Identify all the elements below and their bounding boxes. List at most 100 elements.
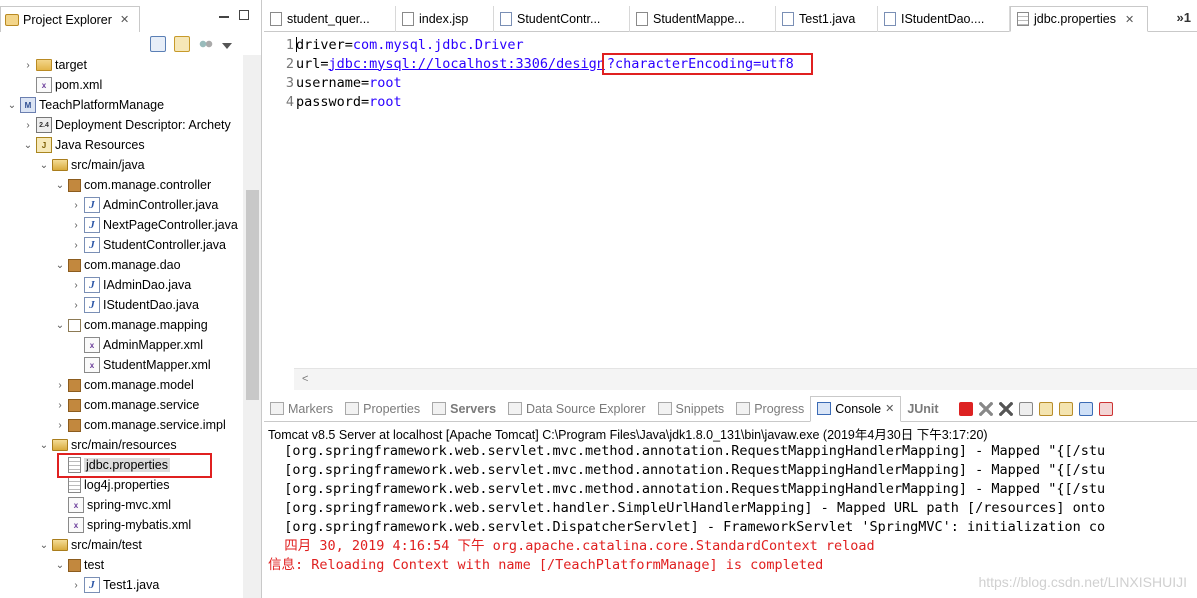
tree-item[interactable]: › J AdminController.java — [0, 195, 243, 215]
view-tab-console[interactable]: Console ✕ — [810, 395, 902, 422]
console-toolbar — [958, 401, 1113, 416]
chevron-right-icon[interactable]: › — [54, 380, 66, 391]
tree-item[interactable]: › J StudentController.java — [0, 235, 243, 255]
tree-item[interactable]: › J Test1.java — [0, 575, 243, 595]
tree-item[interactable]: › com.manage.service.impl — [0, 415, 243, 435]
tree-scrollbar-thumb[interactable] — [246, 190, 259, 400]
code-line[interactable]: 4 password= root — [264, 92, 402, 111]
terminate-icon[interactable] — [958, 401, 973, 416]
chevron-down-icon[interactable]: ⌄ — [54, 260, 66, 271]
editor-tab[interactable]: Test1.java — [776, 6, 878, 32]
editor-tab[interactable]: IStudentDao.... — [878, 6, 1010, 32]
tree-item[interactable]: › com.manage.service — [0, 395, 243, 415]
view-tab-junit[interactable]: JUnit — [901, 396, 944, 422]
tree-item[interactable]: x StudentMapper.xml — [0, 355, 243, 375]
tree-item[interactable]: ⌄ com.manage.controller — [0, 175, 243, 195]
data-source-explorer-icon — [508, 402, 523, 415]
scroll-left-arrow-icon[interactable]: < — [302, 373, 308, 385]
chevron-right-icon[interactable]: › — [70, 280, 82, 291]
line-number: 4 — [285, 93, 294, 110]
tree-item[interactable]: › J NextPageController.java — [0, 215, 243, 235]
code-editor[interactable]: 1 driver= com.mysql.jdbc.Driver 2 url= jdbc:m… — [264, 33, 1197, 368]
chevron-right-icon[interactable]: › — [70, 240, 82, 251]
word-wrap-icon[interactable] — [1058, 401, 1073, 416]
file-icon — [636, 12, 648, 26]
chevron-down-icon[interactable]: ⌄ — [6, 100, 18, 111]
chevron-right-icon[interactable]: › — [70, 300, 82, 311]
clear-console-icon[interactable] — [1018, 401, 1033, 416]
link-with-editor-icon[interactable] — [174, 36, 190, 52]
chevron-down-icon[interactable]: ⌄ — [38, 160, 50, 171]
focus-on-active-task-icon[interactable] — [198, 38, 214, 50]
view-tab-data-source-explorer[interactable]: Data Source Explorer — [502, 396, 652, 422]
tree-item[interactable]: x spring-mvc.xml — [0, 495, 243, 515]
close-icon[interactable]: ✕ — [120, 13, 129, 26]
view-tab-servers[interactable]: Servers — [426, 396, 502, 422]
editor-tab[interactable]: student_quer... — [264, 6, 396, 32]
view-tab-markers[interactable]: Markers — [264, 396, 339, 422]
tree-item-label: com.manage.service — [84, 398, 200, 412]
chevron-down-icon[interactable]: ⌄ — [38, 440, 50, 451]
close-icon[interactable]: ✕ — [1125, 13, 1134, 26]
editor-tab[interactable]: StudentContr... — [494, 6, 630, 32]
tree-item[interactable]: ⌄ M TeachPlatformManage — [0, 95, 243, 115]
chevron-right-icon[interactable]: › — [54, 420, 66, 431]
view-tab-snippets[interactable]: Snippets — [652, 396, 731, 422]
view-tab-progress[interactable]: Progress — [730, 396, 810, 422]
close-icon[interactable]: ✕ — [885, 402, 894, 415]
tree-item[interactable]: › J IStudentDao.java — [0, 295, 243, 315]
tree-scrollbar[interactable] — [243, 55, 261, 598]
tree-item[interactable]: › com.manage.model — [0, 375, 243, 395]
editor-tab[interactable]: index.jsp — [396, 6, 494, 32]
view-tab-properties[interactable]: Properties — [339, 396, 426, 422]
editor-tab[interactable]: StudentMappe... — [630, 6, 776, 32]
display-selected-console-icon[interactable] — [1098, 401, 1113, 416]
property-key: password= — [296, 93, 370, 110]
tree-item[interactable]: ⌄ com.manage.dao — [0, 255, 243, 275]
tree-item[interactable]: log4j.properties — [0, 475, 243, 495]
tree-item[interactable]: ⌄ com.manage.mapping — [0, 315, 243, 335]
maximize-icon[interactable] — [239, 10, 249, 20]
chevron-right-icon[interactable]: › — [22, 120, 34, 131]
code-line[interactable]: 1 driver= com.mysql.jdbc.Driver — [264, 35, 524, 54]
chevron-right-icon[interactable]: › — [70, 580, 82, 591]
chevron-down-icon[interactable]: ⌄ — [22, 140, 34, 151]
snippets-icon — [657, 402, 672, 415]
chevron-down-icon[interactable]: ⌄ — [54, 180, 66, 191]
console-line: [org.springframework.web.servlet.mvc.met… — [268, 462, 1106, 478]
console-icon — [817, 402, 832, 415]
remove-all-terminated-icon[interactable] — [998, 401, 1013, 416]
collapse-all-icon[interactable] — [150, 36, 166, 52]
tree-item[interactable]: › target — [0, 55, 243, 75]
chevron-right-icon[interactable]: › — [70, 200, 82, 211]
chevron-down-icon[interactable]: ⌄ — [38, 540, 50, 551]
tab-overflow-chevron-icon[interactable]: »1 — [1177, 10, 1191, 25]
tree-item[interactable]: ⌄ src/main/test — [0, 535, 243, 555]
editor-horizontal-scrollbar[interactable]: < — [294, 368, 1197, 390]
remove-launch-icon[interactable] — [978, 401, 993, 416]
pin-console-icon[interactable] — [1078, 401, 1093, 416]
minimize-icon[interactable] — [219, 12, 229, 18]
editor-tab[interactable]: jdbc.properties ✕ — [1010, 6, 1148, 32]
tree-item[interactable]: ⌄ J Java Resources — [0, 135, 243, 155]
tree-item[interactable]: x pom.xml — [0, 75, 243, 95]
tree-item[interactable]: ⌄ src/main/resources — [0, 435, 243, 455]
chevron-down-icon[interactable]: ⌄ — [54, 560, 66, 571]
line-number: 2 — [285, 55, 294, 72]
chevron-right-icon[interactable]: › — [70, 220, 82, 231]
chevron-right-icon[interactable]: › — [22, 60, 34, 71]
tree-item[interactable]: › J IAdminDao.java — [0, 275, 243, 295]
xml-file-icon: x — [36, 77, 52, 93]
tree-item[interactable]: › 2.4 Deployment Descriptor: Archety — [0, 115, 243, 135]
tree-item[interactable]: ⌄ src/main/java — [0, 155, 243, 175]
view-menu-chevron-down-icon[interactable] — [222, 42, 232, 49]
chevron-right-icon[interactable]: › — [54, 400, 66, 411]
code-line[interactable]: 3 username= root — [264, 73, 402, 92]
chevron-down-icon[interactable]: ⌄ — [54, 320, 66, 331]
scroll-lock-icon[interactable] — [1038, 401, 1053, 416]
tree-item[interactable]: ⌄ test — [0, 555, 243, 575]
tree-item[interactable]: x spring-mybatis.xml — [0, 515, 243, 535]
tree-item[interactable]: x AdminMapper.xml — [0, 335, 243, 355]
code-line[interactable]: 2 url= jdbc:mysql://localhost:3306/design?… — [264, 52, 813, 75]
project-explorer-tab[interactable]: Project Explorer ✕ — [0, 6, 140, 32]
